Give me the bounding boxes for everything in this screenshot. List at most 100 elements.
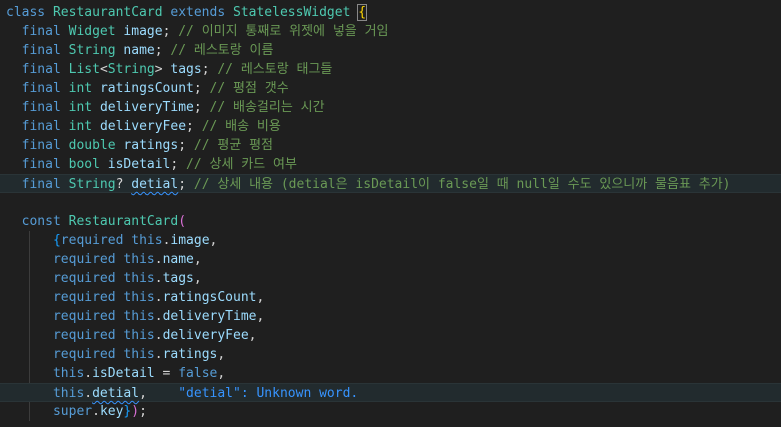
code-editor[interactable]: class RestaurantCard extends StatelessWi… (0, 0, 781, 427)
code-line[interactable]: const RestaurantCard( (0, 212, 781, 231)
code-token: required (60, 233, 124, 248)
code-token: ; (170, 157, 187, 172)
code-line[interactable]: final String? detial; // 상세 내용 (detial은 … (0, 174, 781, 193)
code-token: ; (178, 177, 194, 192)
code-line[interactable]: required this.tags, (0, 269, 781, 288)
code-token: , (193, 252, 202, 267)
code-line[interactable]: final List<String> tags; // 레스토랑 태그들 (0, 60, 781, 79)
code-line[interactable]: {required this.image, (0, 231, 781, 250)
code-token: tags (162, 271, 194, 286)
code-token: > (154, 62, 171, 77)
misspelled-word: detial (131, 177, 179, 192)
code-token: // 평점 갯수 (209, 81, 289, 96)
code-token: key (99, 404, 124, 419)
code-token: this (123, 290, 155, 305)
code-token: final (21, 24, 61, 39)
code-line[interactable]: required this.deliveryFee, (0, 326, 781, 345)
code-line-text: const RestaurantCard( (6, 212, 186, 231)
code-line[interactable]: final String name; // 레스토랑 이름 (0, 41, 781, 60)
code-line[interactable]: final Widget image; // 이미지 통째로 위젯에 넣을 거임 (0, 22, 781, 41)
code-line[interactable]: final int ratingsCount; // 평점 갯수 (0, 79, 781, 98)
code-token: ratings (123, 138, 179, 153)
code-line-text: final int deliveryFee; // 배송 비용 (6, 117, 281, 136)
code-token: // 배송걸리는 시간 (209, 100, 325, 115)
code-line-text: {required this.image, (6, 231, 217, 250)
code-token: int (68, 119, 93, 134)
code-token: required (52, 252, 116, 267)
code-line[interactable]: required this.deliveryTime, (0, 307, 781, 326)
code-token: StatelessWidget (233, 5, 351, 20)
code-token: this (123, 309, 155, 324)
code-line-text: final int ratingsCount; // 평점 갯수 (6, 79, 289, 98)
code-token: int (68, 100, 93, 115)
code-token: required (52, 309, 116, 324)
code-line[interactable]: final int deliveryTime; // 배송걸리는 시간 (0, 98, 781, 117)
code-line[interactable]: final double ratings; // 평균 평점 (0, 136, 781, 155)
code-line[interactable]: required this.ratings, (0, 345, 781, 364)
code-token: final (21, 100, 61, 115)
code-token: isDetail (92, 366, 155, 381)
code-line[interactable]: class RestaurantCard extends StatelessWi… (0, 3, 781, 22)
code-token: . (154, 328, 163, 343)
code-token: , (217, 347, 226, 362)
code-token: , (193, 271, 202, 286)
code-token: double (68, 138, 116, 153)
code-line[interactable]: final bool isDetail; // 상세 카드 여부 (0, 155, 781, 174)
code-line-text: required this.ratings, (6, 345, 225, 364)
code-line-text: final double ratings; // 평균 평점 (6, 136, 273, 155)
code-token: this (123, 271, 155, 286)
code-token: final (21, 177, 61, 192)
code-token: ; (139, 404, 147, 419)
code-token: image (170, 233, 210, 248)
code-token: final (21, 62, 61, 77)
code-token: bool (68, 157, 100, 172)
code-token: this (123, 328, 155, 343)
code-line-text: final Widget image; // 이미지 통째로 위젯에 넣을 거임 (6, 22, 389, 41)
code-token: ; (154, 43, 171, 58)
code-line[interactable]: this.isDetail = false, (0, 364, 781, 383)
code-line-text: this.isDetail = false, (6, 364, 225, 383)
code-token: extends (170, 5, 226, 20)
code-token: , (256, 290, 265, 305)
code-line[interactable]: super.key}); (0, 402, 781, 421)
code-line[interactable]: this.detial, "detial": Unknown word. (0, 383, 781, 402)
code-line[interactable]: final int deliveryFee; // 배송 비용 (0, 117, 781, 136)
code-token: . (154, 271, 163, 286)
code-token: // 레스토랑 태그들 (217, 62, 333, 77)
code-token: . (84, 366, 93, 381)
code-token: . (92, 404, 100, 419)
code-token: // 상세 카드 여부 (186, 157, 297, 172)
diagnostic-hint: "detial": Unknown word. (178, 386, 359, 401)
code-line-text: final String name; // 레스토랑 이름 (6, 41, 274, 60)
code-line[interactable]: required this.name, (0, 250, 781, 269)
code-token: ? (115, 177, 132, 192)
code-token: , (209, 233, 218, 248)
code-token: // 평균 평점 (193, 138, 274, 153)
code-token: < (99, 62, 108, 77)
code-line[interactable]: required this.ratingsCount, (0, 288, 781, 307)
code-line[interactable] (0, 193, 781, 212)
code-token: image (123, 24, 163, 39)
code-token: ( (178, 214, 187, 229)
code-line-text: super.key}); (6, 402, 147, 421)
code-token: final (21, 43, 61, 58)
code-token: ratingsCount (162, 290, 257, 305)
code-token: String (68, 177, 116, 192)
